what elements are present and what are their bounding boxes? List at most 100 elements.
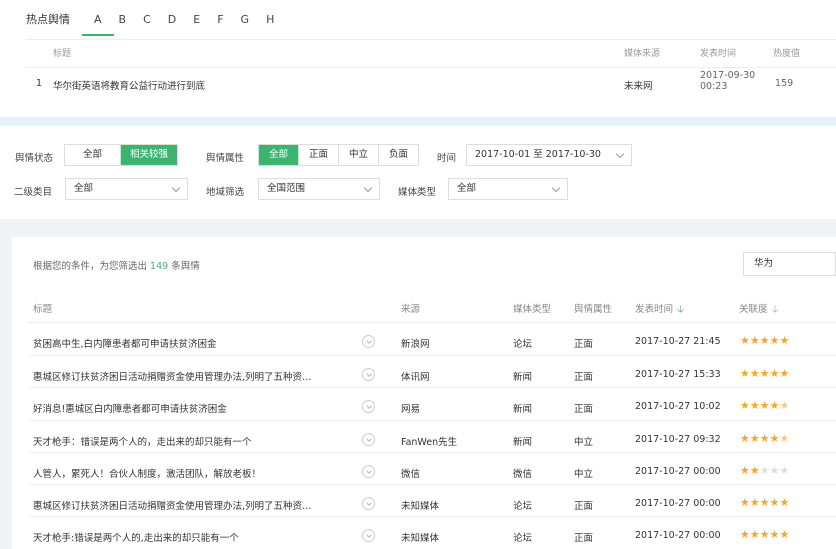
row-title[interactable]: 惠城区修订扶贫济困日活动捐赠资金使用管理办法,列明了五种资… bbox=[33, 369, 312, 383]
divider bbox=[28, 322, 836, 323]
row-time: 2017-10-27 10:02 bbox=[635, 401, 721, 412]
col-relevance-label: 关联度 bbox=[739, 304, 768, 315]
col-relevance[interactable]: 关联度 🡣 bbox=[739, 301, 779, 319]
hot-row-index: 1 bbox=[36, 78, 43, 89]
row-attr: 正面 bbox=[574, 404, 594, 415]
hot-row-date: 2017-09-30 bbox=[700, 70, 756, 81]
row-title[interactable]: 贫困高中生,白内障患者都可申请扶贫济困金 bbox=[33, 336, 217, 350]
star-icon: ★ bbox=[769, 464, 780, 477]
star-icon: ★ bbox=[769, 367, 780, 380]
row-attr: 中立 bbox=[574, 469, 594, 480]
row-source: 网易 bbox=[401, 404, 421, 415]
status-option-related[interactable]: 相关较强 bbox=[121, 145, 178, 165]
divider bbox=[28, 420, 836, 421]
result-suffix: 条舆情 bbox=[171, 261, 200, 272]
media-type-value: 全部 bbox=[457, 183, 477, 194]
status-label: 舆情状态 bbox=[15, 153, 54, 164]
attr-option-all[interactable]: 全部 bbox=[259, 145, 300, 165]
star-icon: ★ bbox=[749, 432, 760, 445]
star-icon: ★ bbox=[759, 399, 770, 412]
hot-row-clock: 00:23 bbox=[700, 81, 728, 92]
time-range-select[interactable]: 2017-10-01 至 2017-10-30 bbox=[466, 144, 632, 166]
hot-row-title[interactable]: 华尔街英语将教育公益行动进行到底 bbox=[53, 78, 205, 92]
divider bbox=[26, 39, 836, 40]
relevance-stars: ★★★★★ bbox=[740, 496, 789, 509]
row-title[interactable]: 天才枪手:错误是两个人的,走出来的却只能有一个 bbox=[33, 530, 239, 544]
category-label: 二级类目 bbox=[14, 187, 53, 198]
region-label: 地域筛选 bbox=[206, 187, 245, 198]
row-title[interactable]: 人管人，累死人！合伙人制度，激活团队，解放老板！ bbox=[33, 466, 261, 480]
star-icon: ★ bbox=[769, 528, 780, 541]
relevance-stars: ★★★★★ bbox=[740, 334, 789, 347]
time-label: 时间 bbox=[437, 153, 457, 164]
tab-a[interactable]: A bbox=[82, 13, 113, 36]
relevance-stars: ★★★★★ bbox=[740, 464, 789, 477]
expand-icon[interactable] bbox=[362, 465, 375, 478]
sort-down-icon: 🡣 bbox=[771, 304, 779, 315]
media-type-label: 媒体类型 bbox=[398, 187, 437, 198]
expand-icon[interactable] bbox=[362, 335, 375, 348]
star-icon: ★ bbox=[759, 367, 770, 380]
attr-option-negative[interactable]: 负面 bbox=[379, 145, 418, 165]
attr-filter: 全部 正面 中立 负面 bbox=[258, 144, 420, 166]
star-icon: ★ bbox=[769, 496, 780, 509]
keyword-input[interactable]: 华为 bbox=[743, 252, 836, 276]
tab-b[interactable]: B bbox=[119, 13, 127, 26]
expand-icon[interactable] bbox=[362, 433, 375, 446]
star-icon: ★ bbox=[740, 528, 750, 541]
row-title[interactable]: 天才枪手：错误是两个人的，走出来的却只能有一个 bbox=[33, 434, 252, 448]
col-title: 标题 bbox=[33, 304, 53, 315]
expand-icon[interactable] bbox=[362, 529, 375, 542]
row-source: 新浪网 bbox=[401, 339, 430, 350]
hot-title: 热点舆情 bbox=[26, 13, 70, 26]
side-gutter bbox=[0, 237, 12, 549]
divider bbox=[28, 452, 836, 453]
expand-icon[interactable] bbox=[362, 497, 375, 510]
time-range-value: 2017-10-01 至 2017-10-30 bbox=[475, 149, 601, 160]
star-icon: ★ bbox=[769, 334, 780, 347]
status-option-all[interactable]: 全部 bbox=[65, 145, 122, 165]
row-title[interactable]: 惠城区修订扶贫济困日活动捐赠资金使用管理办法,列明了五种资… bbox=[33, 498, 312, 512]
result-summary: 根据您的条件，为您筛选出 149 条舆情 bbox=[33, 258, 200, 272]
row-attr: 正面 bbox=[574, 372, 594, 383]
tab-c[interactable]: C bbox=[143, 13, 151, 26]
attr-option-positive[interactable]: 正面 bbox=[299, 145, 340, 165]
star-icon: ★ bbox=[740, 367, 750, 380]
media-type-select[interactable]: 全部 bbox=[448, 178, 568, 200]
row-attr: 中立 bbox=[574, 437, 594, 448]
row-source: 体讯网 bbox=[401, 372, 430, 383]
tab-g[interactable]: G bbox=[241, 13, 250, 26]
tab-d[interactable]: D bbox=[168, 13, 176, 26]
row-title[interactable]: 好消息!惠城区白内障患者都可申请扶贫济困金 bbox=[33, 401, 227, 415]
star-icon: ★ bbox=[759, 432, 770, 445]
row-media: 新闻 bbox=[513, 404, 533, 415]
relevance-stars: ★★★★★ bbox=[740, 399, 789, 412]
expand-icon[interactable] bbox=[362, 400, 375, 413]
star-icon: ★ bbox=[740, 399, 750, 412]
tab-f[interactable]: F bbox=[217, 13, 223, 26]
expand-icon[interactable] bbox=[362, 368, 375, 381]
star-icon: ★ bbox=[740, 496, 750, 509]
attr-label: 舆情属性 bbox=[206, 153, 245, 164]
star-icon: ★ bbox=[749, 464, 760, 477]
relevance-stars: ★★★★★ bbox=[740, 432, 789, 445]
attr-option-neutral[interactable]: 中立 bbox=[339, 145, 380, 165]
tab-e[interactable]: E bbox=[193, 13, 200, 26]
row-time: 2017-10-27 21:45 bbox=[635, 336, 721, 347]
hot-row-source: 未来网 bbox=[624, 81, 653, 92]
category-select[interactable]: 全部 bbox=[65, 178, 188, 200]
row-media: 新闻 bbox=[513, 437, 533, 448]
tab-h[interactable]: H bbox=[266, 13, 274, 26]
col-time[interactable]: 发表时间 🡣 bbox=[635, 301, 684, 319]
hot-tabs-row: 热点舆情 A B C D E F G H bbox=[26, 10, 291, 36]
relevance-stars: ★★★★★ bbox=[740, 528, 789, 541]
row-source: 未知媒体 bbox=[401, 533, 440, 544]
star-icon: ★ bbox=[749, 528, 760, 541]
hot-row-heat: 159 bbox=[775, 78, 794, 89]
divider bbox=[26, 67, 836, 68]
divider bbox=[28, 516, 836, 517]
keyword-value: 华为 bbox=[754, 258, 774, 269]
region-select[interactable]: 全国范围 bbox=[258, 178, 380, 200]
region-value: 全国范围 bbox=[267, 183, 306, 194]
row-media: 微信 bbox=[513, 469, 533, 480]
